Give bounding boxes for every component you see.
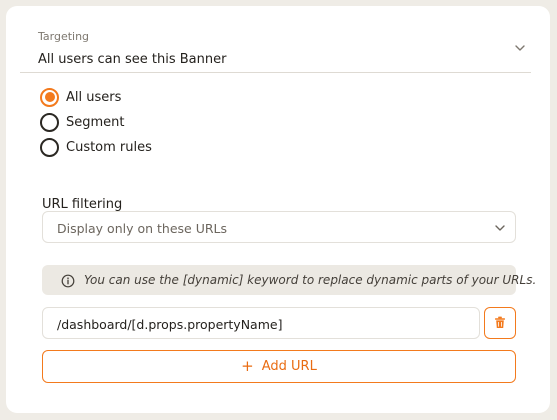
- radio-option-all-users[interactable]: All users: [40, 87, 121, 107]
- radio-custom-rules[interactable]: [40, 137, 59, 157]
- trash-icon: [494, 314, 506, 333]
- url-filtering-value: Display only on these URLs: [57, 221, 228, 236]
- chevron-down-icon: [494, 224, 506, 232]
- dynamic-keyword-info: You can use the [dynamic] keyword to rep…: [42, 265, 536, 295]
- radio-label-all-users: All users: [66, 89, 122, 105]
- delete-url-button[interactable]: [484, 307, 516, 339]
- add-url-button[interactable]: + Add URL: [42, 350, 516, 383]
- radio-label-segment: Segment: [66, 114, 125, 130]
- url-input-value: /dashboard/[d.props.propertyName]: [57, 317, 283, 332]
- add-url-label: Add URL: [261, 359, 317, 374]
- targeting-value: All users can see this Banner: [38, 52, 227, 67]
- url-filtering-label: URL filtering: [42, 197, 123, 212]
- chevron-down-icon: [514, 44, 526, 52]
- radio-option-segment[interactable]: Segment: [40, 112, 125, 132]
- url-input[interactable]: /dashboard/[d.props.propertyName]: [42, 307, 480, 339]
- info-icon: [61, 273, 75, 288]
- url-filtering-select[interactable]: Display only on these URLs: [42, 211, 516, 243]
- radio-segment[interactable]: [40, 112, 59, 132]
- radio-option-custom-rules[interactable]: Custom rules: [40, 137, 152, 157]
- banner-settings-card: Targeting All users can see this Banner …: [6, 6, 550, 413]
- info-text: You can use the [dynamic] keyword to rep…: [84, 273, 537, 287]
- plus-icon: +: [241, 357, 254, 375]
- targeting-label: Targeting: [38, 30, 90, 43]
- radio-all-users[interactable]: [40, 87, 59, 107]
- targeting-dropdown[interactable]: Targeting All users can see this Banner: [20, 16, 531, 73]
- radio-label-custom-rules: Custom rules: [66, 139, 152, 155]
